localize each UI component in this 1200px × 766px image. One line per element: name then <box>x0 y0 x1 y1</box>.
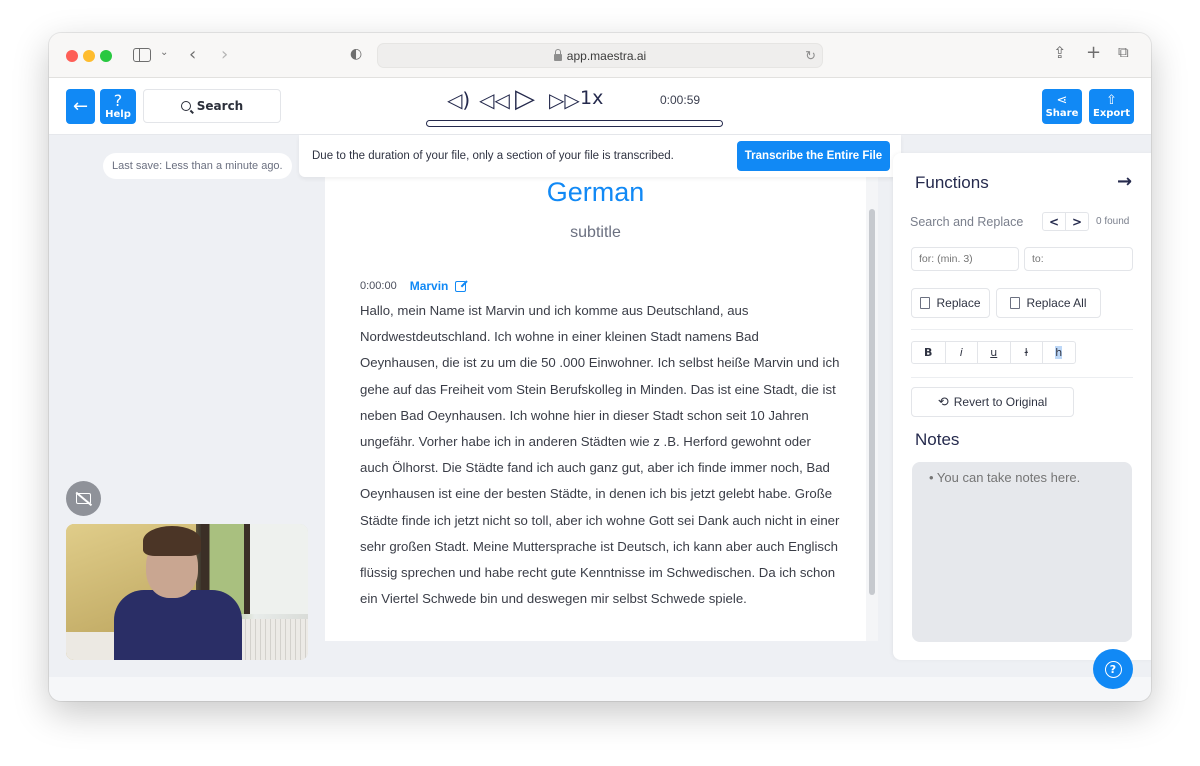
forward-icon[interactable]: › <box>221 46 228 64</box>
highlight-button[interactable]: h <box>1042 342 1075 363</box>
italic-button[interactable]: i <box>944 342 978 363</box>
share-icon[interactable]: ⇪ <box>1053 45 1066 61</box>
search-replace-label: Search and Replace <box>910 215 1024 229</box>
divider <box>911 377 1133 378</box>
replace-all-label: Replace All <box>1026 296 1087 310</box>
video-off-icon <box>76 493 91 504</box>
tabs-icon[interactable]: ⧉ <box>1118 45 1129 60</box>
transcribe-entire-file-button[interactable]: Transcribe the Entire File <box>737 141 890 171</box>
app-header: ← ? Help Search ◁) ◁◁ ▷ ▷▷ 1x 0:00:59 ⋖ … <box>49 78 1151 135</box>
last-save-status: Last save: Less than a minute ago. <box>103 153 292 179</box>
export-label: Export <box>1092 108 1131 119</box>
share-label: Share <box>1045 108 1079 119</box>
zoom-window-button[interactable] <box>100 50 112 62</box>
search-for-input[interactable] <box>911 247 1019 271</box>
search-icon <box>180 101 191 111</box>
share-nodes-icon: ⋖ <box>1056 93 1068 108</box>
minimize-window-button[interactable] <box>83 50 95 62</box>
replace-to-input[interactable] <box>1024 247 1133 271</box>
volume-icon[interactable]: ◁) <box>447 90 470 110</box>
fast-forward-icon[interactable]: ▷▷ <box>549 90 580 110</box>
reload-icon[interactable]: ↻ <box>805 44 816 68</box>
back-button[interactable]: ← <box>66 89 95 124</box>
bold-button[interactable]: B <box>912 342 945 363</box>
toggle-video-button[interactable] <box>66 481 101 516</box>
share-button[interactable]: ⋖ Share <box>1042 89 1082 124</box>
notes-textarea[interactable] <box>912 462 1132 642</box>
edit-speaker-icon[interactable] <box>455 280 467 292</box>
search-label: Search <box>196 99 244 113</box>
lock-icon <box>553 49 562 61</box>
back-icon[interactable]: ‹ <box>189 46 196 64</box>
underline-button[interactable]: u <box>977 342 1010 363</box>
segment-timestamp[interactable]: 0:00:00 <box>360 280 397 292</box>
close-window-button[interactable] <box>66 50 78 62</box>
footer-bar <box>49 677 1151 701</box>
refresh-icon: ⟲ <box>937 394 949 409</box>
current-time: 0:00:59 <box>660 93 701 107</box>
url-text: app.maestra.ai <box>566 49 647 63</box>
chevron-down-icon[interactable]: ⌄ <box>160 48 168 58</box>
help-chat-button[interactable]: ? <box>1093 649 1133 689</box>
divider <box>911 329 1133 330</box>
playback-speed-button[interactable]: 1x <box>580 89 603 108</box>
replace-icon <box>920 297 931 309</box>
playback-progress-bar[interactable] <box>426 120 723 127</box>
collapse-panel-arrow-icon[interactable]: → <box>1117 171 1132 192</box>
editor-scrollbar-thumb[interactable] <box>869 209 875 595</box>
search-result-nav: < > <box>1042 212 1089 231</box>
next-result-button[interactable]: > <box>1065 213 1088 230</box>
address-bar[interactable]: app.maestra.ai ↻ <box>377 43 823 68</box>
transcript-editor: German subtitle 0:00:00 Marvin Hallo, me… <box>325 177 866 641</box>
video-preview[interactable] <box>66 524 308 660</box>
previous-result-button[interactable]: < <box>1043 213 1065 230</box>
formatting-toolbar: B i u ł h <box>911 341 1076 364</box>
replace-all-button[interactable]: Replace All <box>996 288 1101 318</box>
question-icon: ? <box>113 91 123 110</box>
document-subtitle[interactable]: subtitle <box>325 224 866 242</box>
sidebar-icon[interactable] <box>133 48 151 62</box>
notes-title: Notes <box>915 430 960 449</box>
segment-text[interactable]: Hallo, mein Name ist Marvin und ich komm… <box>360 298 840 612</box>
functions-panel: Functions → Search and Replace < > 0 fou… <box>893 153 1151 660</box>
upload-icon: ⇧ <box>1106 93 1117 108</box>
help-label: Help <box>105 109 131 120</box>
revert-label: Revert to Original <box>953 395 1048 409</box>
browser-window: ⌄ ‹ › ◐ app.maestra.ai ↻ ⇪ + ⧉ ← ? Help … <box>49 33 1151 701</box>
browser-toolbar: ⌄ ‹ › ◐ app.maestra.ai ↻ ⇪ + ⧉ <box>49 33 1151 78</box>
replace-label: Replace <box>936 296 981 310</box>
rewind-icon[interactable]: ◁◁ <box>479 90 510 110</box>
strikethrough-button[interactable]: ł <box>1009 342 1043 363</box>
document-title[interactable]: German <box>325 177 866 208</box>
functions-title: Functions <box>915 173 989 192</box>
search-button[interactable]: Search <box>143 89 281 123</box>
found-count: 0 found <box>1096 216 1130 227</box>
notice-message: Due to the duration of your file, only a… <box>312 150 674 162</box>
segment-header: 0:00:00 Marvin <box>360 279 467 293</box>
new-tab-icon[interactable]: + <box>1086 44 1101 62</box>
replace-button[interactable]: Replace <box>911 288 990 318</box>
speaker-name[interactable]: Marvin <box>410 279 449 293</box>
export-button[interactable]: ⇧ Export <box>1089 89 1134 124</box>
shield-icon[interactable]: ◐ <box>350 47 362 61</box>
question-circle-icon: ? <box>1104 660 1122 678</box>
play-icon[interactable]: ▷ <box>515 86 535 112</box>
revert-to-original-button[interactable]: ⟲ Revert to Original <box>911 387 1074 417</box>
help-button[interactable]: ? Help <box>100 89 136 124</box>
partial-transcription-notice: Due to the duration of your file, only a… <box>299 135 901 177</box>
arrow-left-icon: ← <box>72 95 89 117</box>
replace-all-icon <box>1010 297 1021 309</box>
